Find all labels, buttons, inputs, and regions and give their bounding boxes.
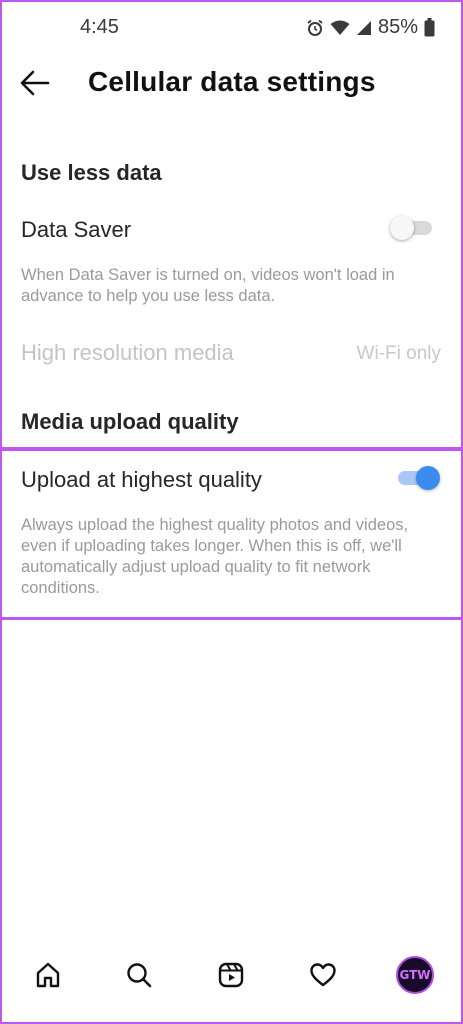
data-saver-label: Data Saver xyxy=(21,217,132,242)
section-title-use-less-data: Use less data xyxy=(21,160,162,185)
profile-avatar: GTW xyxy=(396,956,434,994)
nav-reels[interactable] xyxy=(209,953,253,997)
high-res-media-value: Wi-Fi only xyxy=(356,343,441,364)
status-bar: 4:45 85% xyxy=(0,0,463,58)
status-time: 4:45 xyxy=(80,16,119,38)
nav-profile[interactable]: GTW xyxy=(393,953,437,997)
nav-home[interactable] xyxy=(26,953,70,997)
data-saver-description: When Data Saver is turned on, videos won… xyxy=(21,266,395,305)
data-saver-toggle[interactable] xyxy=(390,214,436,242)
battery-icon xyxy=(424,18,435,37)
battery-percent: 85% xyxy=(377,16,418,38)
reels-icon xyxy=(218,962,244,988)
toggle-thumb xyxy=(390,216,414,240)
back-button[interactable] xyxy=(18,68,52,98)
alarm-icon xyxy=(307,19,323,36)
upload-highest-quality-label: Upload at highest quality xyxy=(21,467,262,492)
page-title: Cellular data settings xyxy=(88,66,376,97)
wifi-icon xyxy=(330,20,350,35)
upload-highest-quality-toggle[interactable] xyxy=(394,464,440,492)
upload-highest-quality-description: Always upload the highest quality photos… xyxy=(21,516,409,597)
search-icon xyxy=(127,963,152,988)
high-res-media-label[interactable]: High resolution media xyxy=(21,340,234,366)
toggle-thumb xyxy=(416,466,440,490)
nav-activity[interactable] xyxy=(301,953,345,997)
home-icon xyxy=(36,962,60,988)
arrow-left-icon xyxy=(20,70,50,96)
nav-search[interactable] xyxy=(117,953,161,997)
bottom-navigation: GTW xyxy=(0,945,463,1005)
status-icons: 85% xyxy=(306,16,435,39)
app-bar: Cellular data settings xyxy=(0,58,463,108)
avatar-logo-text: GTW xyxy=(399,968,431,982)
section-title-media-upload: Media upload quality xyxy=(21,409,239,434)
heart-icon xyxy=(310,963,336,987)
cell-signal-icon xyxy=(356,20,371,35)
